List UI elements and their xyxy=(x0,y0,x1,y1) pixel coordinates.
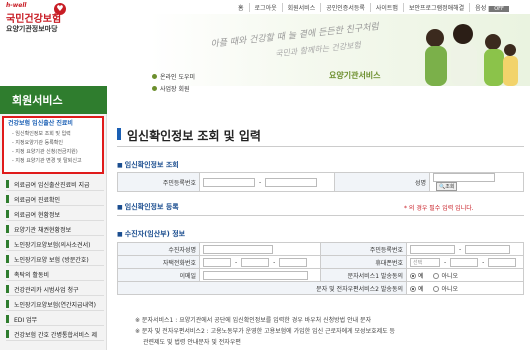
recipient-table: 수진자성명 주민등록번호 - 자택전화번호 -- 휴대폰번호 선택 - - 이메일 … xyxy=(117,242,524,295)
rrn-back-input[interactable] xyxy=(265,177,318,187)
section-title-register: 임신확인정보 등록 xyxy=(117,202,179,212)
sidebar-title: 회원서비스 xyxy=(0,86,107,114)
sidebar-item[interactable]: 노인장기요양보험(연간지급내역) xyxy=(6,297,104,311)
patient-name-label: 수진자성명 xyxy=(117,242,200,256)
sidebar-item[interactable]: 노인장기요양 보험 (방문간호) xyxy=(6,252,104,266)
sms2-no-radio[interactable] xyxy=(433,286,440,292)
sidebar-sub-designated-check[interactable]: 지정요양기관 등록확인 xyxy=(12,139,63,146)
voice-toggle[interactable]: OFF xyxy=(488,6,509,12)
sidebar-group-pregnancy[interactable]: 건강보험 임신출산 진료비 xyxy=(8,118,73,127)
sidebar-item[interactable]: 건강보험 간호 간병통합서비스 제 xyxy=(6,327,104,341)
home-phone-label: 자택전화번호 xyxy=(117,255,200,269)
patient-name-input[interactable] xyxy=(203,244,273,254)
logo[interactable]: 국민건강보험 xyxy=(6,10,61,25)
top-nav-logout[interactable]: 로그아웃 xyxy=(248,3,282,12)
sidebar-item[interactable]: 촉탁의 활동비 xyxy=(6,267,104,281)
sms2-no-label: 아니오 xyxy=(441,285,459,293)
sms1-no-label: 아니오 xyxy=(441,272,459,280)
family-photo xyxy=(425,24,518,86)
sms1-cell: 예 아니오 xyxy=(406,268,524,282)
top-nav-security[interactable]: 보안프로그램정애해결 xyxy=(402,3,469,12)
footnote-1: ※ 문자서비스1 : 요양기관에서 공단에 임신확인정보를 입력한 경우 바우처… xyxy=(135,317,372,324)
quick-link-business[interactable]: 사업장 회원 xyxy=(152,84,190,93)
sms2-yes-radio[interactable] xyxy=(410,286,416,292)
sidebar-sub-designated-change[interactable]: 지정 요양기관 변경 및 탈퇴신고 xyxy=(12,157,81,164)
dash: - xyxy=(459,245,462,253)
site-header: h-well ♥ 국민건강보험 요양기관정보마당 아플 때와 건강할 때 늘 곁… xyxy=(0,0,530,93)
sidebar-item[interactable]: 건강관리카 시범사업 청구 xyxy=(6,282,104,296)
mobile-cell: 선택 - - xyxy=(406,255,524,269)
sidebar-item[interactable]: 요양기관 채권현황정보 xyxy=(6,222,104,236)
page-title: 임신확인정보 조회 및 입력 xyxy=(127,129,261,143)
mobile-3-input[interactable] xyxy=(488,257,517,267)
brand-label: 요양기관서비스 xyxy=(329,71,381,80)
dash: - xyxy=(444,258,447,266)
email-cell xyxy=(199,268,321,282)
quick-link-business-label: 사업장 회원 xyxy=(160,86,190,93)
footnote-3: 관련제도 및 법령 안내문자 및 전자우편 xyxy=(143,339,241,346)
mobile-2-input[interactable] xyxy=(450,257,479,267)
top-nav-cert[interactable]: 공인인증서등록 xyxy=(320,3,370,12)
top-nav: 홈 로그아웃 회원서비스 공인인증서등록 사이트맵 보안프로그램정애해결 음성 O… xyxy=(233,3,514,12)
footnote-2: ※ 문자 및 전자우편서비스2 : 고용노동부가 운영한 고용보험에 가입한 임… xyxy=(135,328,396,335)
name-cell: 🔍조회 xyxy=(429,172,524,192)
divider xyxy=(117,146,524,147)
mobile-prefix-select[interactable]: 선택 xyxy=(410,257,440,267)
email-label: 이메일 xyxy=(117,268,200,282)
sidebar-item[interactable]: 의료급여 진료확인 xyxy=(6,192,104,206)
sidebar-item[interactable]: 노인장기요양보험(의사소견서) xyxy=(6,237,104,251)
sms1-no-radio[interactable] xyxy=(433,273,440,279)
top-nav-member[interactable]: 회원서비스 xyxy=(281,3,321,12)
sidebar-item[interactable]: EDI 업무 xyxy=(6,312,104,326)
rrn-front-input[interactable] xyxy=(203,177,255,187)
home-phone-cell: -- xyxy=(199,255,321,269)
search-button[interactable]: 🔍조회 xyxy=(436,182,458,191)
email-input[interactable] xyxy=(203,270,308,280)
top-nav-sitemap[interactable]: 사이트맵 xyxy=(369,3,403,12)
rrn-cell: - xyxy=(199,172,335,192)
patient-rrn-label: 주민등록번호 xyxy=(320,242,407,256)
dash: - xyxy=(259,178,262,186)
top-nav-voice-label: 음성 xyxy=(475,5,487,12)
home-phone-3-input[interactable] xyxy=(279,257,308,267)
logo-subtitle: 요양기관정보마당 xyxy=(6,25,58,33)
sidebar-sub-designated-apply[interactable]: 지정 요양기관 신청(전금지원) xyxy=(12,148,77,155)
top-nav-voice[interactable]: 음성 OFF xyxy=(469,3,514,12)
dash: - xyxy=(273,258,276,266)
quick-link-help[interactable]: 온라인 도우미 xyxy=(152,72,195,81)
name-label: 성명 xyxy=(334,172,430,192)
patient-rrn-back-input[interactable] xyxy=(465,244,511,254)
section-title-search: 임신확인정보 조회 xyxy=(117,160,179,170)
bullet-icon xyxy=(152,74,157,79)
sidebar-sub-pregnancy-inquiry[interactable]: 임신확인정보 조회 및 입력 xyxy=(12,130,70,137)
rrn-label: 주민등록번호 xyxy=(117,172,200,192)
sms1-yes-label: 예 xyxy=(418,272,424,280)
patient-rrn-front-input[interactable] xyxy=(410,244,455,254)
title-marker xyxy=(117,128,121,140)
search-button-label: 조회 xyxy=(445,184,455,190)
sidebar-item[interactable]: 의료급여 현황정보 xyxy=(6,207,104,221)
divider xyxy=(117,215,524,216)
sidebar-item[interactable]: 의료급여 임신출산진료비 지급 xyxy=(6,177,104,191)
patient-rrn-cell: - xyxy=(406,242,524,256)
sms1-yes-radio[interactable] xyxy=(410,273,416,279)
sms2-cell: 예 아니오 xyxy=(406,281,524,295)
mobile-label: 휴대폰번호 xyxy=(320,255,407,269)
patient-name-cell xyxy=(199,242,321,256)
sms2-yes-label: 예 xyxy=(418,285,424,293)
bullet-icon xyxy=(152,86,157,91)
dash: - xyxy=(235,258,238,266)
required-note: * 의 경우 필수 입력 입니다. xyxy=(404,205,474,212)
home-phone-2-input[interactable] xyxy=(241,257,270,267)
search-table: 주민등록번호 - 성명 🔍조회 xyxy=(117,172,524,192)
home-phone-1-input[interactable] xyxy=(203,257,231,267)
section-title-recipient: 수진자(임산부) 정보 xyxy=(117,229,185,239)
top-nav-home[interactable]: 홈 xyxy=(233,3,249,12)
logo-small-text: h-well xyxy=(6,2,27,9)
dash: - xyxy=(482,258,485,266)
sms2-label: 문자 및 전자우편서비스2 발송동의 xyxy=(117,281,407,295)
name-input[interactable] xyxy=(433,173,495,182)
sms1-label: 문자서비스1 발송동의 xyxy=(320,268,407,282)
quick-link-help-label: 온라인 도우미 xyxy=(160,74,196,81)
